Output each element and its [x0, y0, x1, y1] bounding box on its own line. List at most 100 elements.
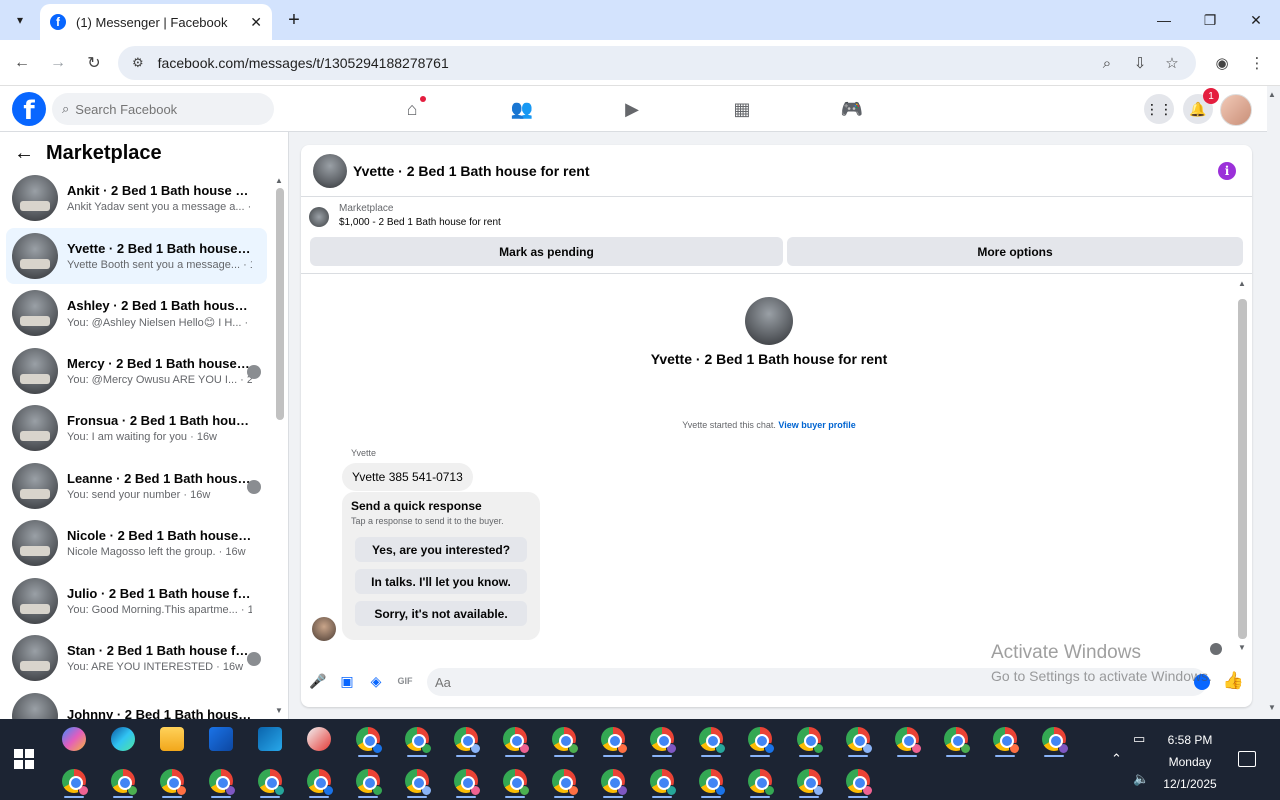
chrome-profile-icon[interactable]: [503, 727, 530, 754]
chrome-profile-icon[interactable]: [356, 769, 383, 796]
chrome-profile-icon[interactable]: [405, 727, 432, 754]
sidebar-scrollbar[interactable]: [276, 188, 284, 420]
scroll-down-arrow-icon[interactable]: ▼: [275, 706, 283, 715]
restore-icon[interactable]: ❐: [1187, 8, 1233, 32]
conversation-item[interactable]: Fronsua · 2 Bed 1 Bath house fo... You: I…: [6, 400, 267, 456]
gif-icon[interactable]: GIF: [395, 671, 415, 691]
reload-icon[interactable]: ↻: [82, 51, 106, 75]
marketplace-store-icon[interactable]: ▦: [730, 98, 754, 120]
browser-menu-icon[interactable]: ⋮: [1245, 51, 1269, 75]
chat-avatar[interactable]: [313, 153, 347, 188]
chrome-profile-icon[interactable]: [209, 769, 236, 796]
conversation-item[interactable]: Nicole · 2 Bed 1 Bath house for ... Nicol…: [6, 515, 267, 571]
sticker-icon[interactable]: ◈: [366, 671, 386, 691]
zoom-icon[interactable]: ⌕: [1095, 51, 1119, 75]
conversation-item[interactable]: Julio · 2 Bed 1 Bath house for rent You: …: [6, 573, 267, 629]
chrome-profile-icon[interactable]: [846, 769, 873, 796]
system-clock[interactable]: 6:58 PM Monday 12/1/2025: [1160, 729, 1220, 795]
microsoft-store-icon[interactable]: [209, 727, 233, 751]
thumbs-up-icon[interactable]: 👍: [1223, 671, 1244, 691]
quick-response-in-talks-button[interactable]: In talks. I'll let you know.: [355, 569, 527, 594]
chrome-profile-icon[interactable]: [62, 769, 89, 796]
chrome-profile-icon[interactable]: [797, 769, 824, 796]
copilot-icon[interactable]: [62, 727, 86, 751]
conversation-item[interactable]: Stan · 2 Bed 1 Bath house for ... You: AR…: [6, 630, 267, 686]
new-tab-plus-icon[interactable]: +: [282, 8, 306, 32]
gaming-icon[interactable]: 🎮: [840, 98, 864, 120]
chrome-profile-icon[interactable]: [748, 727, 775, 754]
chrome-profile-icon[interactable]: [650, 727, 677, 754]
chrome-profile-icon[interactable]: [503, 769, 530, 796]
chrome-profile-icon[interactable]: [748, 769, 775, 796]
chrome-profile-icon[interactable]: [552, 769, 579, 796]
conversation-item[interactable]: Ashley · 2 Bed 1 Bath house for ... You: …: [6, 285, 267, 341]
chrome-profile-icon[interactable]: [797, 727, 824, 754]
video-icon[interactable]: ▶: [620, 98, 644, 120]
chrome-profile-icon[interactable]: [699, 769, 726, 796]
chrome-profile-icon[interactable]: [944, 727, 971, 754]
notification-center-icon[interactable]: [1238, 751, 1256, 767]
chat-scroll-up-arrow-icon[interactable]: ▲: [1238, 279, 1246, 288]
chat-title[interactable]: Yvette · 2 Bed 1 Bath house for rent: [353, 163, 590, 179]
conversation-item[interactable]: Leanne · 2 Bed 1 Bath house f... You: sen…: [6, 458, 267, 514]
chrome-profile-icon[interactable]: [454, 769, 481, 796]
profile-icon[interactable]: ◉: [1210, 51, 1234, 75]
microphone-icon[interactable]: 🎤: [308, 671, 328, 691]
app-icon[interactable]: [307, 727, 331, 751]
chrome-profile-icon[interactable]: [405, 769, 432, 796]
view-buyer-profile-link[interactable]: View buyer profile: [778, 420, 855, 430]
facebook-search-input[interactable]: [75, 101, 256, 117]
browser-tab-messenger[interactable]: f (1) Messenger | Facebook ✕: [40, 4, 272, 40]
bookmark-star-icon[interactable]: ☆: [1160, 51, 1184, 75]
outlook-icon[interactable]: [258, 727, 282, 751]
chrome-profile-icon[interactable]: [699, 727, 726, 754]
page-scroll-up-arrow-icon[interactable]: ▲: [1268, 90, 1276, 99]
tray-chevron-icon[interactable]: ⌃: [1111, 751, 1122, 767]
notifications-bell-icon[interactable]: 🔔 1: [1183, 88, 1219, 124]
more-options-button[interactable]: More options: [787, 237, 1243, 266]
chrome-profile-icon[interactable]: [307, 769, 334, 796]
chat-scrollbar[interactable]: [1238, 299, 1247, 639]
site-settings-icon[interactable]: ⚙: [132, 55, 144, 71]
tab-search-chevron-icon[interactable]: ▾: [6, 8, 34, 32]
account-avatar[interactable]: [1220, 94, 1252, 126]
facebook-search[interactable]: ⌕: [52, 93, 274, 125]
volume-icon[interactable]: 🔈: [1133, 771, 1149, 787]
chrome-profile-icon[interactable]: [895, 727, 922, 754]
chrome-profile-icon[interactable]: [601, 727, 628, 754]
quick-response-not-available-button[interactable]: Sorry, it's not available.: [355, 601, 527, 626]
chrome-profile-icon[interactable]: [258, 769, 285, 796]
conversation-item[interactable]: Mercy · 2 Bed 1 Bath house fo... You: @Me…: [6, 343, 267, 399]
back-arrow-icon[interactable]: ←: [14, 142, 34, 165]
file-explorer-icon[interactable]: [160, 727, 184, 751]
tab-close-icon[interactable]: ✕: [250, 14, 262, 31]
conversation-item[interactable]: Johnny · 2 Bed 1 Bath house for...: [6, 688, 267, 719]
network-icon[interactable]: ▭: [1133, 731, 1145, 747]
info-icon[interactable]: i: [1218, 162, 1236, 180]
chat-scroll-down-arrow-icon[interactable]: ▼: [1238, 643, 1246, 652]
home-icon[interactable]: ⌂: [400, 96, 426, 120]
edge-icon[interactable]: [111, 727, 135, 751]
page-scroll-down-arrow-icon[interactable]: ▼: [1268, 703, 1276, 712]
chrome-profile-icon[interactable]: [601, 769, 628, 796]
minimize-icon[interactable]: —: [1141, 8, 1187, 32]
chrome-profile-icon[interactable]: [650, 769, 677, 796]
chrome-profile-icon[interactable]: [160, 769, 187, 796]
chrome-profile-icon[interactable]: [552, 727, 579, 754]
windows-start-icon[interactable]: [14, 749, 34, 769]
mark-as-pending-button[interactable]: Mark as pending: [310, 237, 783, 266]
friends-icon[interactable]: 👥: [510, 98, 534, 120]
scroll-up-arrow-icon[interactable]: ▲: [275, 176, 283, 185]
listing-summary[interactable]: Marketplace $1,000 - 2 Bed 1 Bath house …: [309, 203, 501, 228]
forward-arrow-icon[interactable]: →: [46, 51, 70, 75]
chrome-profile-icon[interactable]: [454, 727, 481, 754]
window-close-icon[interactable]: ✕: [1233, 8, 1279, 32]
chrome-profile-icon[interactable]: [846, 727, 873, 754]
conversation-item[interactable]: Yvette · 2 Bed 1 Bath house for r... Yvet…: [6, 227, 267, 284]
quick-response-yes-button[interactable]: Yes, are you interested?: [355, 537, 527, 562]
menu-grid-icon[interactable]: ⋮⋮: [1144, 94, 1174, 124]
photo-icon[interactable]: ▣: [337, 671, 357, 691]
chrome-profile-icon[interactable]: [993, 727, 1020, 754]
install-app-icon[interactable]: ⇩: [1128, 51, 1152, 75]
back-arrow-icon[interactable]: ←: [10, 51, 34, 75]
